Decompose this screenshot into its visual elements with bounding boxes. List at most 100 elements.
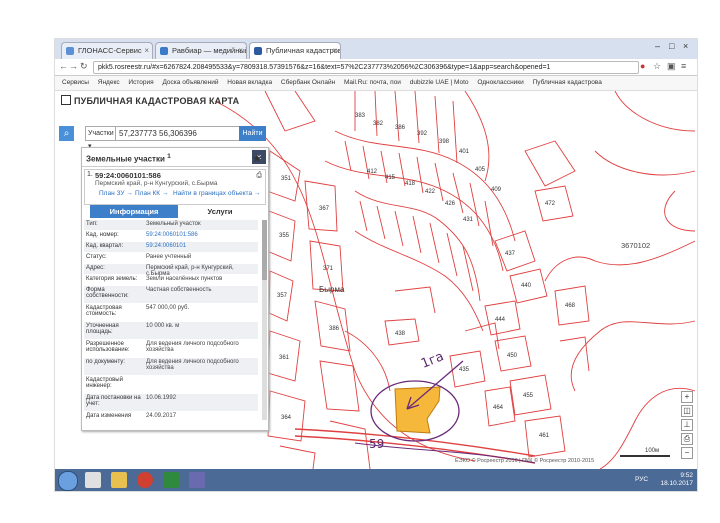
system-clock[interactable]: 9:52 18.10.2017	[660, 472, 693, 488]
tab-glonass[interactable]: ГЛОНАСС-Сервис ×	[61, 42, 153, 59]
table-row: Кад. номер: 59:24:0060101:586	[84, 231, 258, 242]
bookmark-item[interactable]: Сбербанк Онлайн	[281, 76, 335, 90]
parcel-label: 367	[319, 206, 330, 212]
ruler-button[interactable]: ⊥	[681, 419, 693, 431]
parcel-label: 437	[505, 251, 516, 257]
favicon-icon	[254, 47, 262, 55]
table-row: Дата постановки на учет: 10.06.1992	[84, 394, 258, 412]
panel-header: Земельные участки 1 ×	[82, 148, 268, 167]
favicon-icon	[66, 47, 74, 55]
parcel-card[interactable]: 1. 59:24:0060101:586 ⎙ Пермский край, р-…	[84, 169, 266, 205]
selected-parcel[interactable]	[394, 386, 441, 434]
parcel-label: 455	[523, 393, 534, 399]
plan-zu-link[interactable]: План ЗУ →	[99, 190, 133, 197]
parcel-label: 382	[373, 121, 384, 127]
attribute-table: Тип: Земельный участок Кад. номер: 59:24:0…	[84, 220, 258, 425]
tab-pkk[interactable]: Публичная кадастровая ×	[249, 42, 341, 59]
forward-icon[interactable]: →	[69, 61, 78, 71]
media-player-icon[interactable]	[189, 472, 205, 488]
bookmark-item[interactable]: История	[128, 76, 153, 90]
table-row: Кад. квартал: 59:24:0060101	[84, 242, 258, 253]
parcel-label: 361	[279, 355, 290, 361]
table-row: Кадастровая стоимость: 547 000,00 руб.	[84, 304, 258, 322]
search-bar: ⌕ Участки ▾ 57,237773 56,306396 Найти	[59, 126, 267, 150]
handwritten-number-note: 59	[369, 437, 385, 451]
table-row: Адрес: Пермский край, р-н Кунгурский, с.Б…	[84, 264, 258, 277]
browser-tab-bar: ГЛОНАСС-Сервис × Равбиар — медийный × Пу…	[55, 39, 697, 59]
zoom-in-button[interactable]: +	[681, 391, 693, 403]
language-indicator[interactable]: РУС	[635, 476, 648, 483]
extension-icon[interactable]: ▣	[667, 61, 676, 72]
favorite-star-icon[interactable]: ★	[252, 152, 262, 165]
maximize-icon[interactable]: □	[669, 41, 674, 51]
search-icon[interactable]: ⌕	[59, 126, 74, 141]
parcel-label: 398	[439, 139, 450, 145]
table-row: Разрешенное использование: Для ведения ли…	[84, 340, 258, 358]
address-bar-row: ← → ↻ pkk5.rosreestr.ru/#x=6267824.20849…	[55, 59, 697, 76]
rosreestr-logo-icon	[61, 95, 71, 105]
app-title: ПУБЛИЧНАЯ КАДАСТРОВАЯ КАРТА	[61, 95, 239, 106]
table-row: Тип: Земельный участок	[84, 220, 258, 231]
bookmark-item[interactable]: Публичная кадастрова	[533, 76, 602, 90]
zoom-out-button[interactable]: −	[681, 447, 693, 459]
parcel-label: 412	[367, 169, 378, 175]
quarter-label: 3670102	[621, 241, 651, 250]
close-icon[interactable]: ×	[144, 43, 149, 59]
close-icon[interactable]: ×	[238, 43, 243, 59]
plan-kk-link[interactable]: План КК →	[135, 190, 168, 197]
search-input[interactable]: 57,237773 56,306396	[115, 126, 240, 141]
close-window-icon[interactable]: ×	[683, 41, 688, 51]
menu-icon[interactable]: ≡	[681, 61, 686, 71]
back-icon[interactable]: ←	[59, 61, 68, 71]
reload-icon[interactable]: ↻	[80, 61, 88, 72]
bookmark-item[interactable]: Новая вкладка	[227, 76, 272, 90]
opera-icon[interactable]: ●	[640, 61, 645, 71]
bookmark-item[interactable]: Одноклассники	[477, 76, 523, 90]
bookmark-star-icon[interactable]: ☆	[653, 61, 661, 72]
tab-information[interactable]: Информация	[90, 205, 178, 218]
parcel-label: 386	[395, 125, 406, 131]
bookmark-item[interactable]: Доска объявлений	[162, 76, 218, 90]
parcel-label: 355	[279, 233, 290, 239]
url-input[interactable]: pkk5.rosreestr.ru/#x=6267824.208495533&y…	[93, 61, 639, 74]
favicon-icon	[160, 47, 168, 55]
print-button[interactable]: ⎙	[681, 433, 693, 445]
start-button[interactable]	[58, 471, 78, 491]
scale-label: 100м	[645, 448, 660, 454]
parcel-label: 364	[281, 415, 292, 421]
village-label: Бырма	[319, 285, 345, 294]
parcel-label: 415	[385, 175, 396, 181]
table-row: по документу: Для ведения личного подсобн…	[84, 358, 258, 376]
bookmark-item[interactable]: Яндекс	[98, 76, 120, 90]
parcel-label: 464	[493, 405, 504, 411]
document-app-icon[interactable]	[85, 472, 101, 488]
tab-ravbiar[interactable]: Равбиар — медийный ×	[155, 42, 247, 59]
parcel-label: 431	[463, 217, 474, 223]
parcel-label: 461	[539, 433, 550, 439]
bookmark-item[interactable]: Mail.Ru: почта, пои	[344, 76, 401, 90]
bookmark-item[interactable]: Сервисы	[62, 76, 89, 90]
parcel-label: 386	[329, 326, 340, 332]
search-button[interactable]: Найти	[239, 126, 266, 141]
tab-services[interactable]: Услуги	[180, 205, 260, 218]
search-type-select[interactable]: Участки ▾	[85, 126, 116, 150]
chrome-icon[interactable]	[137, 472, 153, 488]
panel-scrollbar[interactable]	[262, 220, 267, 420]
bookmarks-bar: Сервисы Яндекс История Доска объявлений …	[55, 76, 697, 91]
bookmark-item[interactable]: dubizzle UAE | Moto	[410, 76, 469, 90]
table-row: Кадастровый инженер:	[84, 376, 258, 394]
layers-button[interactable]: ◫	[681, 405, 693, 417]
parcel-label: 405	[475, 167, 486, 173]
parcel-id: 59:24:0060101:586	[95, 171, 161, 180]
close-icon[interactable]: ×	[332, 43, 337, 59]
parcel-label: 409	[491, 187, 502, 193]
table-row: Форма собственности: Частная собственност…	[84, 286, 258, 304]
scale-bar	[620, 455, 670, 457]
excel-icon[interactable]	[163, 472, 179, 488]
minimize-icon[interactable]: –	[655, 41, 660, 51]
parcel-label: 418	[405, 181, 416, 187]
print-icon[interactable]: ⎙	[256, 172, 262, 180]
folder-icon[interactable]	[111, 472, 127, 488]
find-in-borders-link[interactable]: Найти в границах объекта →	[173, 190, 260, 197]
parcel-label: 440	[521, 283, 532, 289]
